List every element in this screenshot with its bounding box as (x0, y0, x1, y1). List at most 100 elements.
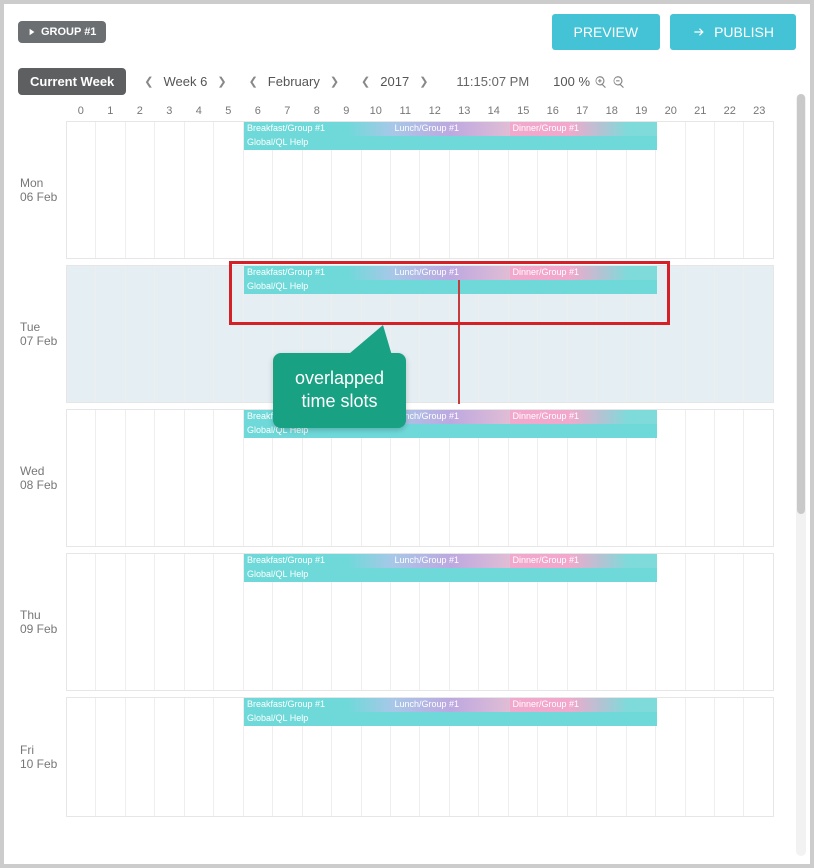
clock: 11:15:07 PM (456, 74, 529, 89)
hour-col: 11 (391, 105, 421, 117)
day-label: Tue07 Feb (18, 265, 66, 403)
dinner-event[interactable]: Dinner/Group #1 (510, 266, 658, 280)
lunch-event[interactable]: Lunch/Group #1 (392, 698, 510, 712)
day-grid[interactable]: Breakfast/Group #1Lunch/Group #1Dinner/G… (66, 697, 774, 817)
group-label: GROUP #1 (41, 26, 96, 38)
week-nav: ❮ Week 6 ❯ (140, 73, 230, 90)
dinner-event[interactable]: Dinner/Group #1 (510, 554, 658, 568)
hour-col: 9 (332, 105, 362, 117)
app-root: GROUP #1 PREVIEW PUBLISH Current Week ❮ … (0, 0, 814, 868)
hour-col: 17 (568, 105, 598, 117)
day-row: Wed08 FebBreakfast/Group #1Lunch/Group #… (18, 409, 774, 547)
day-grid[interactable]: Breakfast/Group #1Lunch/Group #1Dinner/G… (66, 121, 774, 259)
navbar: Current Week ❮ Week 6 ❯ ❮ February ❯ ❮ 2… (18, 68, 796, 95)
day-label: Mon06 Feb (18, 121, 66, 259)
hour-col: 16 (538, 105, 568, 117)
global-event[interactable]: Global/QL Help (244, 280, 657, 294)
month-label: February (268, 74, 320, 89)
hour-col: 0 (66, 105, 96, 117)
month-prev-button[interactable]: ❮ (245, 73, 262, 90)
dinner-event[interactable]: Dinner/Group #1 (510, 410, 658, 424)
schedule: 01234567891011121314151617181920212223 M… (18, 105, 774, 817)
zoom-controls: 100 % (553, 74, 626, 89)
day-grid[interactable]: Breakfast/Group #1Lunch/Group #1Dinner/G… (66, 553, 774, 691)
scrollbar-thumb[interactable] (797, 94, 805, 514)
day-row: Fri10 FebBreakfast/Group #1Lunch/Group #… (18, 697, 774, 817)
hour-col: 22 (715, 105, 745, 117)
hour-col: 12 (420, 105, 450, 117)
hour-col: 10 (361, 105, 391, 117)
lunch-event[interactable]: Lunch/Group #1 (392, 122, 510, 136)
current-week-label: Current Week (30, 74, 114, 89)
year-nav: ❮ 2017 ❯ (357, 73, 432, 90)
top-buttons: PREVIEW PUBLISH (552, 14, 797, 50)
day-label: Wed08 Feb (18, 409, 66, 547)
year-label: 2017 (380, 74, 409, 89)
hour-col: 23 (745, 105, 775, 117)
hour-col: 13 (450, 105, 480, 117)
day-date: 06 Feb (20, 190, 57, 204)
annotation-tail (343, 325, 403, 362)
global-event[interactable]: Global/QL Help (244, 712, 657, 726)
day-grid[interactable]: Breakfast/Group #1Lunch/Group #1Dinner/G… (66, 265, 774, 403)
day-row: Thu09 FebBreakfast/Group #1Lunch/Group #… (18, 553, 774, 691)
zoom-out-icon[interactable] (612, 75, 626, 89)
playhead-line (458, 280, 460, 404)
publish-button[interactable]: PUBLISH (670, 14, 796, 50)
annotation-callout: overlappedtime slots (273, 353, 406, 428)
zoom-label: 100 % (553, 74, 590, 89)
hour-col: 7 (273, 105, 303, 117)
breakfast-event[interactable]: Breakfast/Group #1 (244, 698, 392, 712)
day-name: Mon (20, 176, 43, 190)
hour-col: 8 (302, 105, 332, 117)
days-container: Mon06 FebBreakfast/Group #1Lunch/Group #… (18, 121, 774, 817)
day-label: Thu09 Feb (18, 553, 66, 691)
lunch-event[interactable]: Lunch/Group #1 (392, 266, 510, 280)
play-icon (28, 28, 36, 36)
topbar: GROUP #1 PREVIEW PUBLISH (18, 14, 796, 50)
hour-header: 01234567891011121314151617181920212223 (66, 105, 774, 117)
current-week-button[interactable]: Current Week (18, 68, 126, 95)
day-date: 10 Feb (20, 757, 57, 771)
hour-col: 2 (125, 105, 155, 117)
hour-col: 19 (627, 105, 657, 117)
global-event[interactable]: Global/QL Help (244, 568, 657, 582)
lunch-event[interactable]: Lunch/Group #1 (392, 410, 510, 424)
hour-col: 3 (155, 105, 185, 117)
hour-col: 4 (184, 105, 214, 117)
day-name: Thu (20, 608, 41, 622)
week-label: Week 6 (164, 74, 208, 89)
year-next-button[interactable]: ❯ (415, 73, 432, 90)
breakfast-event[interactable]: Breakfast/Group #1 (244, 266, 392, 280)
dinner-event[interactable]: Dinner/Group #1 (510, 122, 658, 136)
day-grid[interactable]: Breakfast/Group #1Lunch/Group #1Dinner/G… (66, 409, 774, 547)
week-prev-button[interactable]: ❮ (140, 73, 157, 90)
dinner-event[interactable]: Dinner/Group #1 (510, 698, 658, 712)
global-event[interactable]: Global/QL Help (244, 136, 657, 150)
breakfast-event[interactable]: Breakfast/Group #1 (244, 554, 392, 568)
lunch-event[interactable]: Lunch/Group #1 (392, 554, 510, 568)
preview-button[interactable]: PREVIEW (552, 14, 661, 50)
publish-label: PUBLISH (714, 24, 774, 40)
breakfast-event[interactable]: Breakfast/Group #1 (244, 122, 392, 136)
zoom-in-icon[interactable] (594, 75, 608, 89)
scrollbar[interactable] (796, 94, 806, 856)
hour-col: 5 (214, 105, 244, 117)
day-date: 08 Feb (20, 478, 57, 492)
day-date: 07 Feb (20, 334, 57, 348)
day-date: 09 Feb (20, 622, 57, 636)
preview-label: PREVIEW (574, 24, 639, 40)
hour-col: 14 (479, 105, 509, 117)
annotation-line2: time slots (295, 390, 384, 413)
day-row: Mon06 FebBreakfast/Group #1Lunch/Group #… (18, 121, 774, 259)
hour-col: 1 (96, 105, 126, 117)
hour-col: 20 (656, 105, 686, 117)
day-label: Fri10 Feb (18, 697, 66, 817)
month-next-button[interactable]: ❯ (326, 73, 343, 90)
group-selector[interactable]: GROUP #1 (18, 21, 106, 43)
year-prev-button[interactable]: ❮ (357, 73, 374, 90)
week-next-button[interactable]: ❯ (213, 73, 230, 90)
hour-col: 15 (509, 105, 539, 117)
day-name: Fri (20, 743, 34, 757)
day-name: Tue (20, 320, 40, 334)
